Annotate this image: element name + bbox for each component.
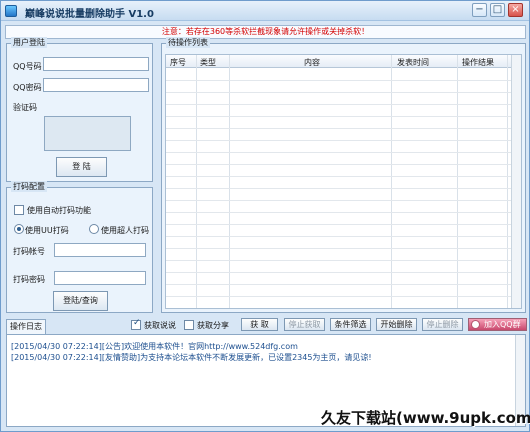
uu-captcha-radio[interactable] (14, 224, 24, 234)
row-divider (166, 140, 521, 141)
warning-notice: 注意：若存在360等杀软拦截现象请允许操作或关掉杀软！ (5, 25, 526, 39)
column-divider (391, 55, 392, 308)
column-operation-result: 操作结果 (462, 58, 494, 67)
maximize-button[interactable]: □ (490, 3, 505, 17)
column-divider (229, 55, 230, 308)
row-divider (166, 176, 521, 177)
captcha-label: 验证码 (13, 103, 37, 112)
qq-number-input[interactable] (43, 57, 149, 71)
operation-list-group: 待操作列表 序号 类型 内容 发表时间 操作结果 (161, 37, 526, 313)
filter-button[interactable]: 条件筛选 (330, 318, 371, 331)
join-qq-group-label: 加入QQ群 (484, 320, 521, 329)
fetch-button[interactable]: 获 取 (241, 318, 278, 331)
row-divider (166, 260, 521, 261)
row-divider (166, 200, 521, 201)
qq-number-label: QQ号码 (13, 62, 42, 71)
captcha-image[interactable] (44, 116, 131, 151)
fetch-shuoshuo-label: 获取说说 (144, 321, 176, 330)
row-divider (166, 188, 521, 189)
row-divider (166, 224, 521, 225)
uu-captcha-label: 使用UU打码 (25, 226, 69, 235)
close-button[interactable]: × (508, 3, 523, 17)
row-divider (166, 296, 521, 297)
captcha-password-label: 打码密码 (13, 275, 45, 284)
captcha-account-input[interactable] (54, 243, 146, 257)
super-captcha-label: 使用超人打码 (101, 226, 149, 235)
row-divider (166, 164, 521, 165)
column-content: 内容 (304, 58, 320, 67)
window-title: 巅峰说说批量删除助手 V1.0 (25, 9, 154, 20)
user-login-title: 用户登陆 (11, 37, 47, 48)
join-qq-group-button[interactable]: 加入QQ群 (468, 318, 527, 331)
column-publish-time: 发表时间 (397, 58, 429, 67)
log-line: [2015/04/30 07:22:14][公告]欢迎使用本软件！官网http:… (11, 342, 298, 351)
qq-password-input[interactable] (43, 78, 149, 92)
table-header: 序号 类型 内容 发表时间 操作结果 (166, 55, 521, 68)
fetch-share-checkbox[interactable] (184, 320, 194, 330)
operation-list-table[interactable]: 序号 类型 内容 发表时间 操作结果 (165, 54, 522, 309)
row-divider (166, 212, 521, 213)
login-query-button[interactable]: 登陆/查询 (53, 291, 108, 311)
column-divider (196, 55, 197, 308)
qq-password-label: QQ密码 (13, 83, 42, 92)
table-scrollbar[interactable] (511, 55, 521, 308)
log-line: [2015/04/30 07:22:14][友情赞助]为支持本论坛本软件不断发展… (11, 353, 372, 362)
row-divider (166, 236, 521, 237)
captcha-password-input[interactable] (54, 271, 146, 285)
app-icon (5, 5, 17, 17)
row-divider (166, 272, 521, 273)
column-type: 类型 (200, 58, 216, 67)
super-captcha-radio[interactable] (89, 224, 99, 234)
row-divider (166, 152, 521, 153)
row-divider (166, 80, 521, 81)
stop-fetch-button[interactable]: 停止获取 (284, 318, 325, 331)
captcha-config-title: 打码配置 (11, 181, 47, 192)
stop-delete-button[interactable]: 停止删除 (422, 318, 463, 331)
row-divider (166, 92, 521, 93)
user-login-group: 用户登陆 QQ号码 QQ密码 验证码 登 陆 (6, 37, 153, 182)
captcha-config-group: 打码配置 使用自动打码功能 使用UU打码 使用超人打码 打码帐号 打码密码 登陆… (6, 181, 153, 313)
operation-list-title: 待操作列表 (166, 37, 210, 48)
fetch-shuoshuo-checkbox[interactable] (131, 318, 141, 330)
row-divider (166, 284, 521, 285)
column-divider (507, 55, 508, 308)
row-divider (166, 116, 521, 117)
qq-icon (471, 320, 480, 329)
title-bar: 巅峰说说批量删除助手 V1.0 − □ × (1, 1, 529, 21)
operation-log-tab[interactable]: 操作日志 (6, 319, 46, 334)
column-divider (457, 55, 458, 308)
login-button[interactable]: 登 陆 (56, 157, 107, 177)
row-divider (166, 248, 521, 249)
auto-captcha-label: 使用自动打码功能 (27, 206, 91, 215)
row-divider (166, 128, 521, 129)
column-index: 序号 (170, 58, 186, 67)
fetch-share-label: 获取分享 (197, 321, 229, 330)
auto-captcha-checkbox[interactable] (14, 205, 24, 215)
download-site-watermark: 久友下载站(www.9upk.com) (321, 409, 530, 427)
app-window: 巅峰说说批量删除助手 V1.0 − □ × 注意：若存在360等杀软拦截现象请允… (0, 0, 530, 432)
captcha-account-label: 打码帐号 (13, 247, 45, 256)
start-delete-button[interactable]: 开始删除 (376, 318, 417, 331)
minimize-button[interactable]: − (472, 3, 487, 17)
row-divider (166, 104, 521, 105)
